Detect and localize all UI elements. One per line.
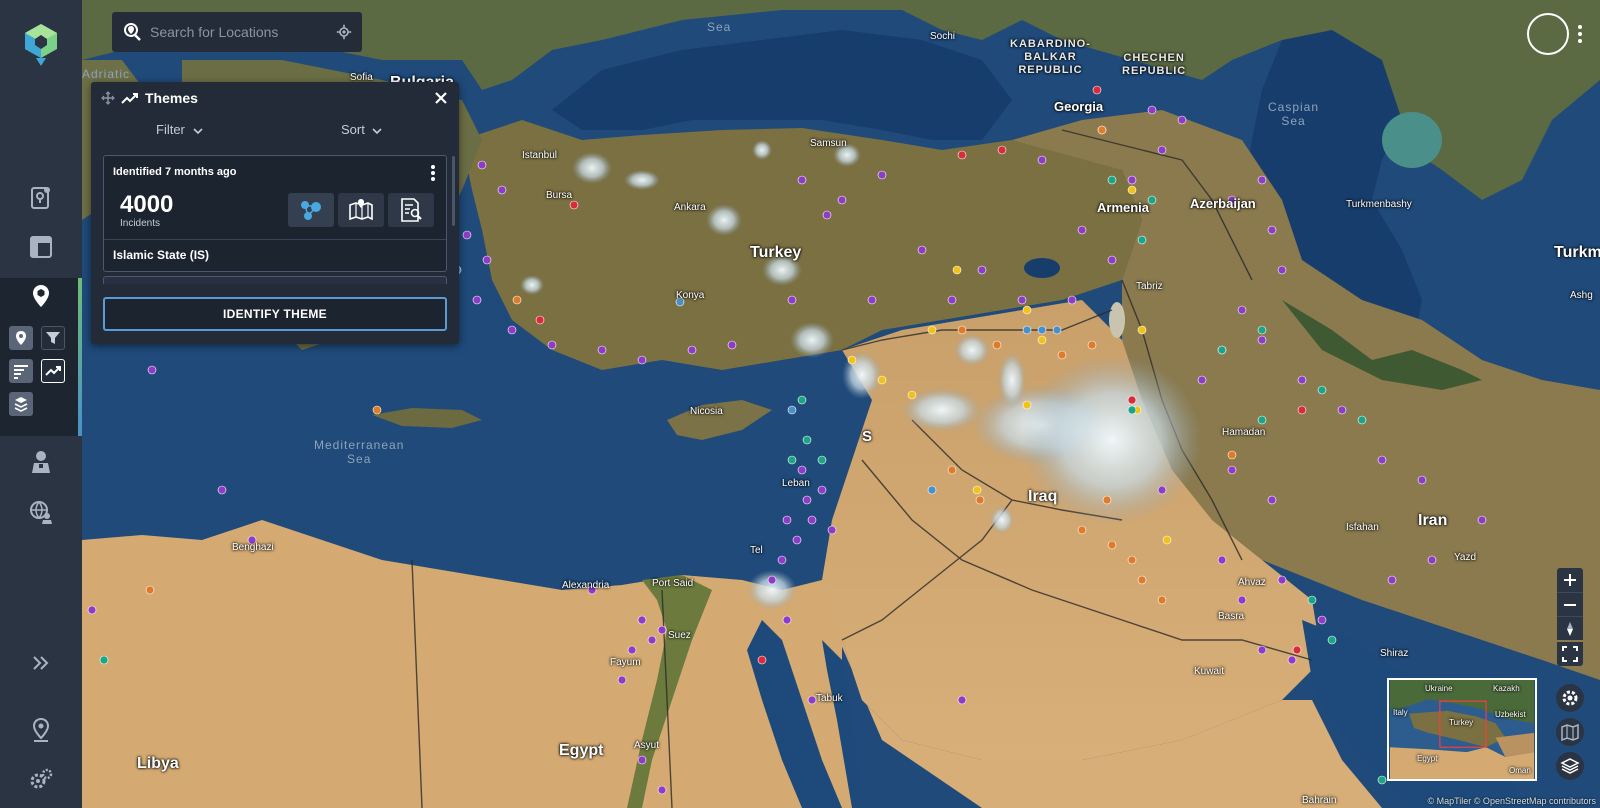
theme-identified-time: Identified 7 months ago	[113, 166, 237, 178]
zoom-in-button[interactable]	[1557, 568, 1583, 592]
sidebar	[0, 0, 82, 808]
theme-report-button[interactable]	[388, 193, 434, 227]
document-search-icon	[401, 198, 422, 222]
kebab-menu-icon[interactable]	[1576, 23, 1584, 45]
themes-toolbar: Filter Sort	[91, 116, 459, 146]
fullscreen-button[interactable]	[1557, 642, 1583, 666]
drag-move-icon[interactable]	[101, 91, 115, 105]
minimap-render	[1389, 680, 1535, 779]
map-attribution: © MapTiler © OpenStreetMap contributors	[1427, 796, 1597, 806]
active-section-accent	[78, 278, 82, 436]
location-pin-outline-icon	[32, 717, 50, 742]
dashboard-layout-icon	[30, 236, 52, 258]
filter-dropdown[interactable]: Filter	[156, 122, 203, 137]
theme-incident-count-label: Incidents	[120, 218, 161, 229]
stacked-layers-icon	[14, 397, 28, 412]
plus-icon	[1564, 574, 1576, 586]
compass-icon	[1567, 621, 1573, 636]
map-marker-icon	[33, 285, 49, 307]
location-pin-tool-button[interactable]	[9, 326, 33, 350]
map-pin-page-icon	[31, 187, 50, 209]
user-avatar[interactable]	[1527, 13, 1569, 55]
location-search-bar	[112, 12, 362, 52]
theme-network-button[interactable]	[288, 193, 334, 227]
folded-map-icon	[1561, 723, 1579, 742]
app-root: Sea Caspian Sea Mediterranean Sea Turkey…	[0, 0, 1600, 808]
chevron-down-icon	[372, 128, 383, 135]
chevron-down-icon	[192, 128, 203, 135]
filter-funnel-icon	[46, 332, 60, 344]
location-pin-icon	[16, 331, 26, 345]
globe-user-icon	[30, 501, 52, 524]
layers-tool-button[interactable]	[9, 392, 33, 416]
settings-button[interactable]	[21, 762, 61, 798]
themes-panel-header[interactable]: Themes	[91, 82, 459, 114]
global-users-button[interactable]	[21, 494, 61, 530]
trending-up-icon	[121, 93, 138, 104]
map-settings-button[interactable]	[1556, 684, 1584, 712]
themes-panel-title: Themes	[145, 90, 198, 106]
sort-dropdown[interactable]: Sort	[341, 122, 383, 137]
identify-theme-button[interactable]: IDENTIFY THEME	[103, 297, 447, 331]
compass-button[interactable]	[1557, 616, 1583, 640]
theme-group-name: Islamic State (IS)	[113, 248, 210, 262]
expand-sidebar-button[interactable]	[21, 645, 61, 681]
gears-icon	[30, 768, 53, 789]
dashboard-button[interactable]	[21, 229, 61, 265]
themes-tool-button[interactable]	[41, 359, 65, 383]
saved-locations-button[interactable]	[21, 712, 61, 748]
theme-map-button[interactable]	[338, 193, 384, 227]
chart-tool-button[interactable]	[9, 359, 33, 383]
themes-list-scrollbar[interactable]	[452, 156, 455, 226]
bar-list-icon	[14, 365, 28, 379]
map-layers-button[interactable]	[1556, 752, 1584, 780]
map-style-button[interactable]	[1556, 718, 1584, 746]
double-chevron-right-icon	[33, 656, 49, 670]
user-person-icon	[32, 451, 50, 473]
map-report-button[interactable]	[21, 180, 61, 216]
sort-label: Sort	[341, 122, 365, 137]
themes-panel: Themes Filter Sort Identified 7 months a…	[91, 82, 459, 344]
gear-icon	[1562, 690, 1578, 706]
map-folded-pin-icon	[349, 199, 373, 221]
search-location-icon	[124, 23, 141, 41]
theme-card[interactable]: Identified 7 months ago 4000 Incidents I…	[103, 155, 447, 272]
more-options-icon[interactable]	[428, 164, 438, 182]
theme-card-divider	[104, 239, 446, 240]
filter-label: Filter	[156, 122, 185, 137]
current-location-icon[interactable]	[336, 24, 352, 40]
layers-icon	[1560, 758, 1580, 774]
close-icon[interactable]	[431, 88, 451, 108]
search-input[interactable]	[150, 24, 336, 40]
overview-minimap[interactable]: Ukraine Kazakh Italy Turkey Uzbekist Egy…	[1387, 678, 1537, 781]
filter-tool-button[interactable]	[41, 326, 65, 350]
minus-icon	[1564, 603, 1576, 606]
analyst-button[interactable]	[21, 444, 61, 480]
theme-incident-count: 4000	[120, 191, 174, 218]
trending-up-icon	[45, 366, 61, 376]
app-logo-icon[interactable]	[22, 22, 60, 66]
fullscreen-icon	[1562, 646, 1578, 662]
zoom-out-button[interactable]	[1557, 592, 1583, 616]
network-nodes-icon	[301, 201, 321, 220]
map-explorer-button[interactable]	[21, 278, 61, 314]
theme-card-next[interactable]	[103, 276, 447, 284]
